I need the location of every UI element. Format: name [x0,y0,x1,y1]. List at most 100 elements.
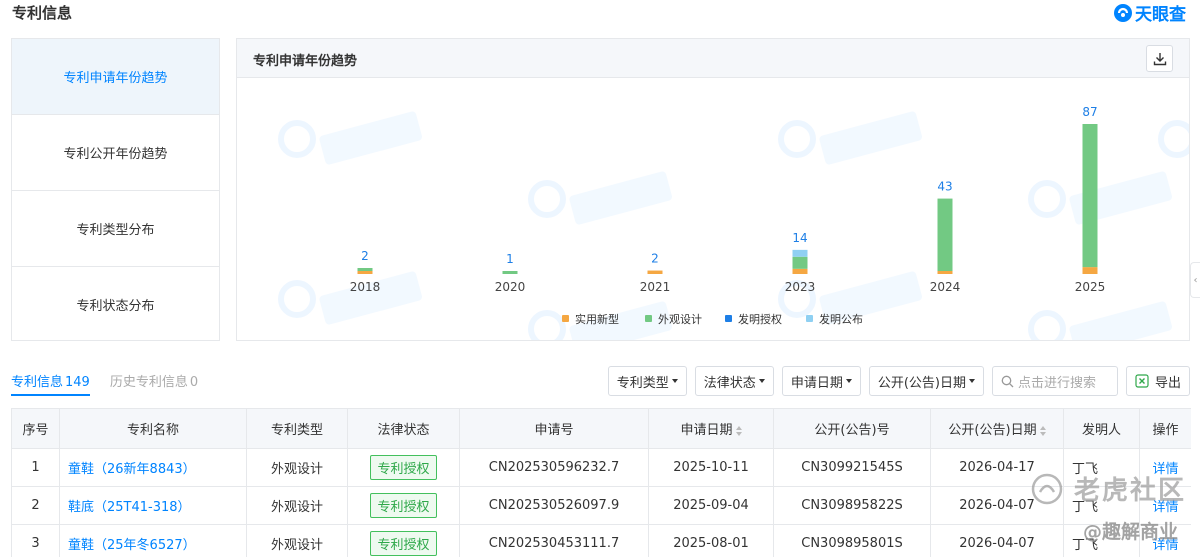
export-button[interactable]: 导出 [1125,366,1190,396]
cell-app-date: 2025-08-01 [648,524,774,557]
side-item-publish-trend[interactable]: 专利公开年份趋势 [12,115,219,191]
dropdown-label: 申请日期 [790,375,843,391]
watermark-logo-icon [778,120,816,158]
side-item-type-distribution[interactable]: 专利类型分布 [12,191,219,267]
search-icon [1001,375,1014,387]
legend-swatch [725,315,732,322]
side-item-apply-trend[interactable]: 专利申请年份趋势 [12,39,219,115]
dropdown-label: 公开(公告)日期 [877,375,966,391]
bar-2025-series-1 [1082,124,1098,268]
patent-table: 序号 专利名称 专利类型 法律状态 申请号 申请日期 公开(公告)号 公开(公告… [11,408,1191,557]
tianyancha-logo-icon [1114,3,1132,22]
detail-link[interactable]: 详情 [1139,524,1191,557]
legend-label: 发明授权 [738,312,782,326]
legend-swatch [645,315,652,322]
side-item-label: 专利公开年份趋势 [63,147,168,162]
search-placeholder: 点击进行搜索 [1017,375,1096,391]
download-icon [1153,52,1166,65]
col-header-pub-date[interactable]: 公开(公告)日期 [930,408,1064,449]
bar-total-label: 1 [506,252,514,266]
watermark-shape [569,171,673,225]
cell-app-no: CN202530453111.7 [459,524,649,557]
x-tick-label: 2018 [350,280,381,294]
patent-name-link[interactable]: 童鞋（26新年8843） [59,448,247,487]
chart-panel: 专利申请年份趋势 2 2018 1 2020 2 2021 14 2023 43 2024 87 20… [236,38,1190,341]
table-row: 1 童鞋（26新年8843） 外观设计 专利授权 CN202530596232.7 202… [11,448,1191,487]
patent-trend-chart: 2 2018 1 2020 2 2021 14 2023 43 2024 87 2025 实用新型 外观设… [278,105,1189,340]
watermark-shape [319,111,423,165]
cell-no: 3 [11,524,60,557]
bar-total-label: 2 [651,252,659,266]
download-button[interactable] [1146,45,1173,72]
tab-label: 专利信息 [11,375,64,390]
patent-name-link[interactable]: 童鞋（25年冬6527） [59,524,247,557]
tab-history-patent-info[interactable]: 历史专利信息 0 [110,366,198,398]
caret-down-icon [758,379,765,383]
col-header-type: 专利类型 [246,408,348,449]
filter-bar: 专利类型 法律状态 申请日期 公开(公告)日期 点击进行搜索 导出 [600,366,1190,396]
dropdown-label: 法律状态 [703,375,756,391]
bar-total-label: 87 [1082,105,1097,119]
col-header-inventor: 发明人 [1063,408,1140,449]
x-tick-label: 2023 [785,280,816,294]
dropdown-label: 专利类型 [616,375,669,391]
bar-total-label: 2 [361,249,369,263]
x-tick-label: 2025 [1075,280,1106,294]
bar-2024-series-1 [937,198,953,271]
patent-name-link[interactable]: 鞋底（25T41-318） [59,486,247,525]
cell-pub-date: 2026-04-07 [930,524,1064,557]
patent-type-dropdown[interactable]: 专利类型 [607,366,687,396]
x-tick-label: 2020 [495,280,526,294]
side-item-status-distribution[interactable]: 专利状态分布 [12,267,219,341]
chart-header: 专利申请年份趋势 [237,39,1189,78]
cell-inventor: 丁飞 [1063,486,1140,525]
bar-2018-series-0 [357,271,373,274]
collapse-handle[interactable]: ‹ [1190,262,1200,298]
cell-status: 专利授权 [347,486,460,525]
tab-patent-info[interactable]: 专利信息 149 [11,366,90,396]
cell-app-date: 2025-09-04 [648,486,774,525]
bar-2023-series-0 [792,268,808,274]
cell-pub-date: 2026-04-07 [930,486,1064,525]
status-badge: 专利授权 [370,455,437,480]
watermark-logo-icon [528,310,566,340]
detail-link[interactable]: 详情 [1139,448,1191,487]
x-tick-label: 2021 [640,280,671,294]
cell-inventor: 丁飞 [1063,524,1140,557]
search-input[interactable]: 点击进行搜索 [991,366,1118,396]
cell-app-no: CN202530526097.9 [459,486,649,525]
side-item-label: 专利申请年份趋势 [63,71,168,86]
bar-2021-series-0 [647,270,663,274]
cell-no: 2 [11,486,60,525]
header: 专利信息 天眼查 [0,0,1200,26]
patent-tabs: 专利信息 149 历史专利信息 0 [11,366,218,398]
cell-type: 外观设计 [246,486,348,525]
cell-pub-no: CN309895822S [773,486,931,525]
cell-pub-no: CN309921545S [773,448,931,487]
bar-total-label: 14 [792,231,807,245]
legal-status-dropdown[interactable]: 法律状态 [694,366,774,396]
apply-date-dropdown[interactable]: 申请日期 [781,366,861,396]
cell-status: 专利授权 [347,524,460,557]
excel-icon [1135,374,1149,388]
brand-logo: 天眼查 [1113,0,1186,25]
caret-down-icon [968,379,975,383]
table-row: 2 鞋底（25T41-318） 外观设计 专利授权 CN202530526097.9 20… [11,486,1191,525]
detail-link[interactable]: 详情 [1139,486,1191,525]
tab-count: 149 [65,375,90,390]
export-label: 导出 [1154,375,1181,391]
pub-date-dropdown[interactable]: 公开(公告)日期 [868,366,984,396]
x-tick-label: 2024 [930,280,961,294]
cell-pub-date: 2026-04-17 [930,448,1064,487]
watermark-logo-icon [278,280,316,318]
col-header-app-date[interactable]: 申请日期 [648,408,774,449]
chevron-left-icon: ‹ [1193,274,1198,286]
table-header-row: 序号 专利名称 专利类型 法律状态 申请号 申请日期 公开(公告)号 公开(公告… [11,408,1191,449]
watermark-logo-icon [1028,310,1066,340]
sort-icon [735,425,742,436]
watermark-logo-icon [1028,180,1066,218]
tab-count: 0 [189,375,199,390]
cell-type: 外观设计 [246,524,348,557]
col-header-no: 序号 [11,408,60,449]
brand-name: 天眼查 [1135,5,1186,25]
